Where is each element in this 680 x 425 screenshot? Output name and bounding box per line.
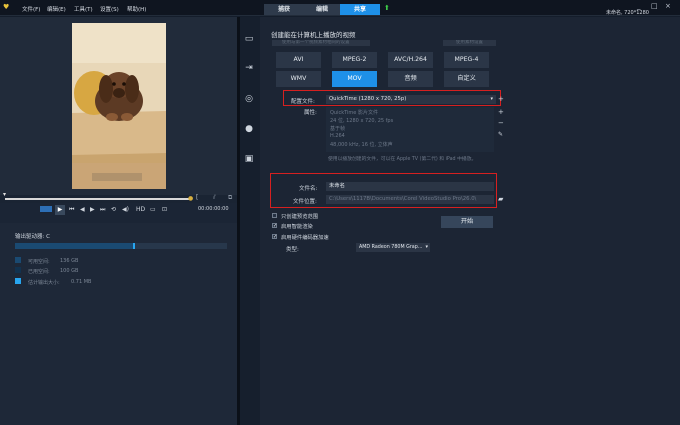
free-space-value: 136 GB (60, 258, 79, 264)
match-first-clip-checkbox[interactable]: 使用与第一个视频素材相同的设置 (272, 40, 370, 46)
chevron-down-icon: ▾ (490, 96, 493, 102)
menu-tools[interactable]: 工具(T) (74, 5, 93, 13)
hardware-acceleration-label: 启用硬件编码器加速 (281, 235, 329, 241)
free-space-label: 可用空间: (28, 259, 50, 265)
smart-render-checkbox[interactable]: ✓ (272, 223, 277, 229)
property-line: 基于帧 (330, 126, 346, 132)
format-wmv-button[interactable]: WMV (276, 71, 321, 87)
menu-settings[interactable]: 设置(S) (100, 5, 119, 13)
timeline-scrubber[interactable] (5, 198, 192, 200)
property-line: QuickTime 影片文件 (330, 110, 378, 116)
encoder-type-label: 类型: (286, 247, 299, 253)
tab-capture[interactable]: 捕获 (264, 4, 304, 15)
prev-frame-icon[interactable]: ◀ (80, 206, 85, 213)
property-line: H.264 (330, 133, 345, 139)
format-mov-button[interactable]: MOV (332, 71, 377, 87)
hd-preview-icon[interactable]: HD (136, 206, 145, 213)
timecode[interactable]: 00:00:00:00 (198, 206, 229, 212)
preview-range-checkbox[interactable] (272, 213, 277, 218)
crop-icon[interactable]: ⊡ (162, 206, 167, 213)
hardware-acceleration-checkbox[interactable]: ✓ (272, 234, 277, 240)
remove-property-icon[interactable]: − (498, 119, 504, 127)
add-property-icon[interactable]: + (498, 108, 504, 116)
menu-help[interactable]: 帮助(H) (127, 5, 146, 13)
output-size-value: 0.71 MB (71, 279, 92, 285)
format-avc-button[interactable]: AVC/H.264 (388, 52, 433, 68)
tab-edit[interactable]: 编辑 (302, 4, 342, 15)
video-preview[interactable] (72, 23, 166, 189)
project-clip-toggle[interactable] (40, 206, 52, 212)
filename-input[interactable]: 未命名 (326, 182, 494, 191)
menu-edit[interactable]: 编辑(E) (47, 5, 66, 13)
preview-range-label: 只创建预览范围 (281, 214, 319, 220)
property-line: 24 位, 1280 x 720, 25 fps (330, 118, 394, 124)
title-bar: ♥ 文件(F) 编辑(E) 工具(T) 设置(S) 帮助(H) 捕获 编辑 共享… (0, 0, 680, 16)
add-profile-icon[interactable]: + (498, 95, 504, 103)
free-space-swatch (15, 257, 21, 263)
use-clip-settings-button[interactable]: 使用素材设置 (443, 40, 496, 46)
used-space-label: 已用空间: (28, 269, 50, 275)
aspect-ratio-icon[interactable]: ▭ (150, 206, 156, 213)
smart-render-label: 启用智能渲染 (281, 224, 313, 230)
app-logo-icon: ♥ (3, 3, 10, 11)
profile-select-value: QuickTime (1280 x 720, 25p) (329, 96, 407, 102)
format-mpeg4-button[interactable]: MPEG-4 (444, 52, 489, 68)
properties-label: 属性: (304, 110, 317, 116)
share-heading: 创建能在计算机上播放的视频 (271, 31, 356, 39)
skip-start-icon[interactable]: ⏮ (69, 206, 74, 214)
puppy-image (72, 23, 166, 189)
minimize-icon[interactable]: _ (637, 2, 641, 10)
upload-icon[interactable]: ⬆ (384, 4, 390, 12)
skip-end-icon[interactable]: ⏭ (100, 206, 105, 214)
format-custom-button[interactable]: 自定义 (444, 71, 489, 87)
output-size-swatch (15, 278, 21, 284)
storage-panel (0, 223, 237, 425)
project-info: 未命名, 720*1280 (606, 10, 649, 16)
profile-select[interactable]: QuickTime (1280 x 720, 25p) ▾ (326, 95, 496, 104)
profile-label: 配置文件: (291, 99, 315, 105)
format-mpeg2-button[interactable]: MPEG-2 (332, 52, 377, 68)
trim-bracket-icon[interactable]: [ (196, 194, 198, 201)
chevron-down-icon: ▾ (425, 244, 428, 250)
menu-file[interactable]: 文件(F) (22, 5, 40, 13)
storage-bar (15, 243, 227, 249)
3d-movie-icon[interactable]: ▣ (243, 153, 255, 165)
start-button[interactable]: 开始 (441, 216, 493, 228)
close-icon[interactable]: × (665, 2, 671, 10)
web-globe-icon[interactable]: ◎ (243, 93, 255, 105)
encoder-type-value: AMD Radeon 780M Grap... (359, 245, 423, 250)
storage-bar-output (133, 243, 135, 249)
tab-share[interactable]: 共享 (340, 4, 380, 15)
encoder-type-select[interactable]: AMD Radeon 780M Grap... ▾ (356, 243, 430, 252)
split-icon[interactable]: ⫽ (213, 194, 216, 202)
next-frame-icon[interactable]: ▶ (90, 206, 95, 213)
volume-icon[interactable]: ◀) (122, 206, 129, 213)
output-size-label: 估计输出大小: (28, 280, 60, 286)
maximize-icon[interactable]: □ (651, 2, 658, 10)
repeat-icon[interactable]: ⟲ (111, 206, 116, 213)
play-icon[interactable]: ▶ (55, 205, 65, 215)
playback-controls: ▶ ⏮ ◀ ▶ ⏭ ⟲ ◀) HD ▭ ⊡ 00:00:00:00 (0, 203, 237, 223)
share-category-rail (240, 17, 260, 425)
output-drive-label: 输出驱动器: C (15, 234, 50, 240)
mark-in-icon[interactable]: ▾ (3, 191, 6, 198)
storage-bar-used (15, 243, 134, 249)
filename-label: 文件名: (299, 186, 318, 192)
computer-icon[interactable]: ▭ (243, 33, 255, 45)
used-space-value: 100 GB (60, 268, 79, 274)
file-location-input[interactable]: C:\Users\1117B\Documents\Corel VideoStud… (326, 195, 494, 204)
device-export-icon[interactable]: ⇥ (243, 62, 255, 74)
copy-icon[interactable]: ⧉ (228, 194, 232, 202)
property-line: 48,000 kHz, 16 位, 立体声 (330, 142, 393, 148)
browse-folder-icon[interactable]: ▰ (498, 195, 503, 203)
format-avi-button[interactable]: AVI (276, 52, 321, 68)
mark-out-icon[interactable]: ● (188, 195, 193, 202)
used-space-swatch (15, 267, 21, 273)
profile-hint: 使用以播放创建的文件，可以在 Apple TV (第二代) 和 iPad 中播放… (328, 157, 477, 162)
file-location-label: 文件位置: (293, 199, 317, 205)
format-audio-button[interactable]: 音频 (388, 71, 433, 87)
edit-property-icon[interactable]: ✎ (498, 131, 503, 138)
disc-icon[interactable]: ● (243, 123, 255, 135)
